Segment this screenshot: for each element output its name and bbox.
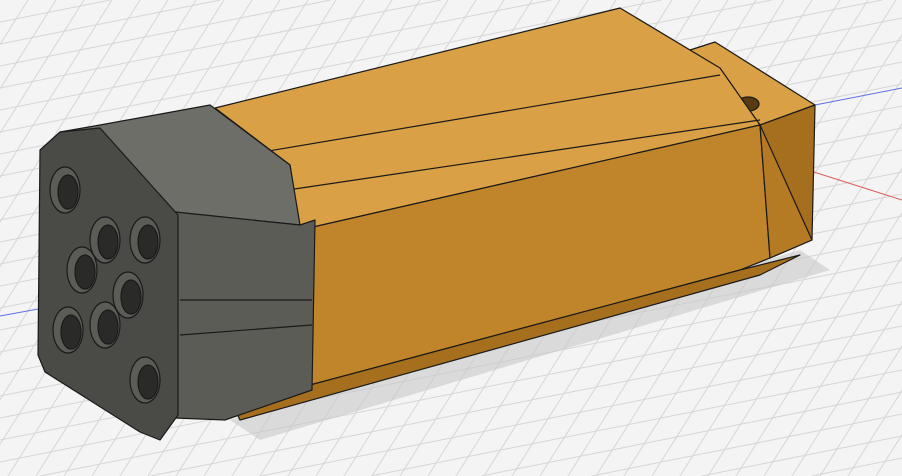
- pin-hole: [60, 314, 82, 350]
- grid-line: [875, 434, 902, 476]
- grid-line: [763, 256, 902, 476]
- pin-hole: [74, 254, 96, 290]
- y-axis-line-right: [814, 87, 902, 106]
- grid-line: [0, 0, 57, 90]
- pin-hole: [57, 174, 79, 210]
- cad-model-icon[interactable]: [37, 7, 830, 441]
- connector-side-face: [174, 211, 316, 421]
- grid-line: [0, 0, 29, 45]
- grid-line: [701, 435, 902, 476]
- pin-hole: [137, 364, 159, 400]
- pin-hole: [120, 279, 142, 315]
- grid-line: [370, 369, 902, 476]
- cad-viewport[interactable]: [0, 0, 902, 476]
- grid-line: [480, 391, 902, 476]
- pin-hole: [137, 224, 159, 260]
- grid-line: [819, 345, 902, 476]
- pin-hole: [97, 224, 119, 260]
- pin-hole: [97, 309, 119, 345]
- grid-line: [0, 0, 221, 45]
- grid-line: [0, 0, 111, 23]
